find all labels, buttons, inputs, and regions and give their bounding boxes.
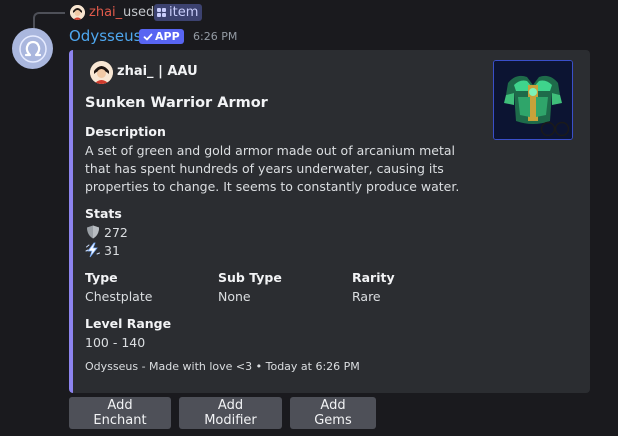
speed-value: 31 — [104, 242, 120, 258]
field-type-value: Chestplate — [85, 289, 153, 304]
field-subtype-value: None — [218, 289, 251, 304]
command-name: item — [169, 5, 199, 20]
field-subtype-label: Sub Type — [218, 270, 282, 285]
item-embed: zhai_ | AAU Sunken Warrior Armor Descrip… — [69, 50, 590, 393]
slash-command-icon — [157, 8, 166, 17]
shield-icon — [87, 225, 99, 239]
field-type-label: Type — [85, 270, 118, 285]
lightning-icon — [85, 242, 100, 258]
armor-thumbnail[interactable] — [493, 60, 573, 140]
message-timestamp: 6:26 PM — [193, 30, 238, 43]
stat-row-defense: 272 — [85, 224, 128, 240]
stats-label: Stats — [85, 206, 122, 221]
embed-title: Sunken Warrior Armor — [85, 95, 268, 111]
omega-logo-icon — [18, 34, 47, 63]
stat-row-speed: 31 — [85, 242, 120, 258]
app-badge: APP — [139, 29, 184, 44]
description-text: A set of green and gold armor made out o… — [85, 143, 460, 194]
armor-image-icon — [494, 61, 572, 139]
level-range-label: Level Range — [85, 316, 172, 331]
command-used-text: used — [123, 5, 155, 20]
add-gems-button[interactable]: Add Gems — [290, 397, 376, 429]
defense-value: 272 — [104, 224, 128, 240]
app-badge-label: APP — [155, 30, 180, 43]
add-enchant-button[interactable]: Add Enchant — [69, 397, 171, 429]
embed-author-name: zhai_ | AAU — [117, 64, 198, 79]
field-rarity-label: Rarity — [352, 270, 395, 285]
reply-spine — [33, 12, 65, 30]
level-range-value: 100 - 140 — [85, 335, 146, 350]
command-chip[interactable]: item — [154, 4, 203, 21]
bot-name[interactable]: Odysseus — [69, 27, 141, 45]
bot-avatar[interactable] — [12, 28, 53, 69]
embed-footer: Odysseus - Made with love <3 • Today at … — [85, 360, 360, 373]
embed-author-avatar — [90, 61, 113, 84]
command-user-name[interactable]: zhai_ — [89, 5, 122, 20]
command-user-avatar[interactable] — [70, 5, 85, 20]
add-modifier-button[interactable]: Add Modifier — [179, 397, 282, 429]
description-label: Description — [85, 124, 166, 139]
field-rarity-value: Rare — [352, 289, 381, 304]
checkmark-icon — [143, 33, 153, 40]
